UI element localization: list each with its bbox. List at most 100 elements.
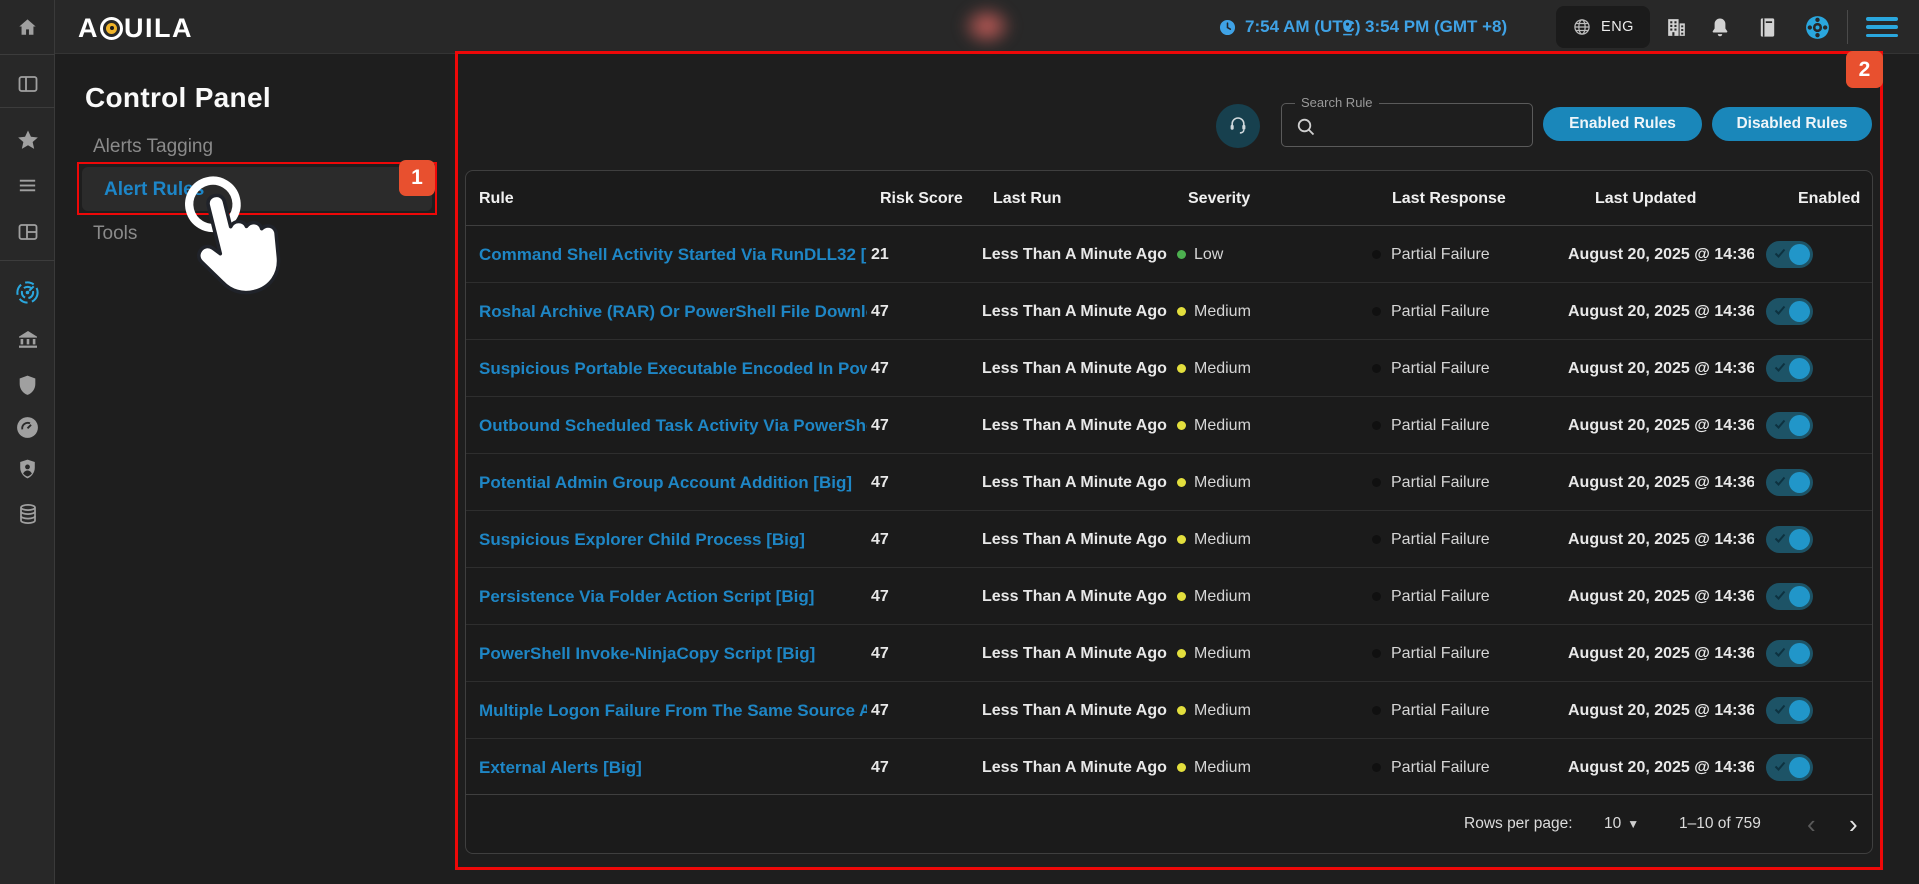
last-updated-value: August 20, 2025 @ 14:36 bbox=[1568, 226, 1754, 283]
risk-score-value: 47 bbox=[871, 397, 889, 454]
gauge-icon[interactable] bbox=[0, 415, 55, 440]
local-time: 3:54 PM (GMT +8) bbox=[1338, 0, 1507, 54]
help-button[interactable] bbox=[1804, 0, 1831, 54]
last-updated-value: August 20, 2025 @ 14:36 bbox=[1568, 511, 1754, 568]
previous-page-button[interactable]: ‹ bbox=[1807, 795, 1816, 853]
panel-item-alert-rules-label[interactable]: Alert Rules bbox=[104, 179, 204, 201]
toggle-knob bbox=[1789, 643, 1810, 664]
last-response-dot bbox=[1372, 478, 1381, 487]
enabled-toggle[interactable] bbox=[1766, 526, 1813, 553]
rule-name-link[interactable]: Outbound Scheduled Task Activity Via Pow… bbox=[479, 397, 867, 454]
enabled-toggle[interactable] bbox=[1766, 754, 1813, 781]
split-panel-icon[interactable] bbox=[0, 72, 55, 96]
severity-dot bbox=[1177, 478, 1186, 487]
star-icon[interactable] bbox=[0, 128, 55, 152]
last-updated-value: August 20, 2025 @ 14:36 bbox=[1568, 739, 1754, 796]
user-badge-icon[interactable] bbox=[0, 457, 55, 482]
database-icon[interactable] bbox=[0, 502, 55, 526]
rule-name-link[interactable]: External Alerts [Big] bbox=[479, 739, 867, 796]
rule-name-link[interactable]: Persistence Via Folder Action Script [Bi… bbox=[479, 568, 867, 625]
panel-item-alerts-tagging[interactable]: Alerts Tagging bbox=[93, 136, 213, 158]
search-input[interactable] bbox=[1324, 108, 1524, 142]
check-icon bbox=[1774, 703, 1786, 715]
rule-name-link[interactable]: Suspicious Portable Executable Encoded I… bbox=[479, 340, 867, 397]
page-title: Control Panel bbox=[85, 82, 271, 114]
toggle-knob bbox=[1789, 301, 1810, 322]
layout-grid-icon[interactable] bbox=[0, 220, 55, 244]
severity-value: Medium bbox=[1194, 454, 1251, 511]
last-response-dot bbox=[1372, 364, 1381, 373]
enabled-toggle[interactable] bbox=[1766, 241, 1813, 268]
risk-score-value: 47 bbox=[871, 682, 889, 739]
enabled-toggle[interactable] bbox=[1766, 355, 1813, 382]
enabled-toggle[interactable] bbox=[1766, 469, 1813, 496]
last-response-dot bbox=[1372, 250, 1381, 259]
rule-name-link[interactable]: Potential Admin Group Account Addition [… bbox=[479, 454, 867, 511]
language-label: ENG bbox=[1601, 19, 1634, 35]
last-run-value: Less Than A Minute Ago bbox=[982, 568, 1167, 625]
next-page-button[interactable]: › bbox=[1849, 795, 1858, 853]
language-selector[interactable]: ENG bbox=[1556, 6, 1650, 48]
last-response-value: Partial Failure bbox=[1391, 454, 1490, 511]
last-run-value: Less Than A Minute Ago bbox=[982, 283, 1167, 340]
risk-score-value: 47 bbox=[871, 568, 889, 625]
organization-button[interactable] bbox=[1664, 0, 1689, 54]
notifications-button[interactable] bbox=[1708, 0, 1732, 54]
last-run-value: Less Than A Minute Ago bbox=[982, 340, 1167, 397]
table-row: Suspicious Explorer Child Process [Big] … bbox=[466, 511, 1872, 568]
bank-icon[interactable] bbox=[0, 328, 55, 352]
logo-text-a: A bbox=[78, 13, 99, 44]
hamburger-menu-icon[interactable] bbox=[1866, 17, 1898, 37]
enabled-toggle[interactable] bbox=[1766, 697, 1813, 724]
home-icon[interactable] bbox=[0, 16, 55, 39]
rule-name-link[interactable]: Multiple Logon Failure From The Same Sou… bbox=[479, 682, 867, 739]
toggle-knob bbox=[1789, 586, 1810, 607]
location-pin-icon bbox=[1338, 17, 1357, 38]
alert-rules-table: Rule Risk Score Last Run Severity Last R… bbox=[465, 170, 1873, 854]
table-body: Command Shell Activity Started Via RunDL… bbox=[466, 226, 1872, 796]
table-row: Roshal Archive (RAR) Or PowerShell File … bbox=[466, 283, 1872, 340]
check-icon bbox=[1774, 361, 1786, 373]
severity-value: Medium bbox=[1194, 568, 1251, 625]
enabled-toggle[interactable] bbox=[1766, 583, 1813, 610]
check-icon bbox=[1774, 589, 1786, 601]
column-header-rule: Rule bbox=[479, 171, 514, 226]
severity-dot bbox=[1177, 763, 1186, 772]
last-response-value: Partial Failure bbox=[1391, 682, 1490, 739]
rule-name-link[interactable]: Roshal Archive (RAR) Or PowerShell File … bbox=[479, 283, 867, 340]
rule-name-link[interactable]: Command Shell Activity Started Via RunDL… bbox=[479, 226, 867, 283]
enabled-toggle[interactable] bbox=[1766, 298, 1813, 325]
toggle-knob bbox=[1789, 529, 1810, 550]
column-header-severity: Severity bbox=[1188, 171, 1250, 226]
table-row: PowerShell Invoke-NinjaCopy Script [Big]… bbox=[466, 625, 1872, 682]
enabled-toggle[interactable] bbox=[1766, 640, 1813, 667]
last-updated-value: August 20, 2025 @ 14:36 bbox=[1568, 397, 1754, 454]
radar-target-icon-active[interactable] bbox=[0, 279, 55, 306]
rows-per-page-label: Rows per page: bbox=[1464, 795, 1573, 853]
last-updated-value: August 20, 2025 @ 14:36 bbox=[1568, 340, 1754, 397]
rule-name-link[interactable]: PowerShell Invoke-NinjaCopy Script [Big] bbox=[479, 625, 867, 682]
rows-per-page-select[interactable]: 10▼ bbox=[1604, 795, 1639, 853]
risk-score-value: 47 bbox=[871, 454, 889, 511]
column-header-last-run: Last Run bbox=[993, 171, 1061, 226]
last-run-value: Less Than A Minute Ago bbox=[982, 511, 1167, 568]
risk-score-value: 47 bbox=[871, 340, 889, 397]
check-icon bbox=[1774, 418, 1786, 430]
enabled-toggle[interactable] bbox=[1766, 412, 1813, 439]
menu-lines-icon[interactable] bbox=[0, 174, 55, 197]
logo-q-eye-icon bbox=[100, 17, 123, 40]
rule-name-link[interactable]: Suspicious Explorer Child Process [Big] bbox=[479, 511, 867, 568]
enabled-rules-button[interactable]: Enabled Rules bbox=[1543, 107, 1702, 141]
last-run-value: Less Than A Minute Ago bbox=[982, 625, 1167, 682]
last-response-value: Partial Failure bbox=[1391, 226, 1490, 283]
building-icon bbox=[1664, 15, 1689, 40]
panel-item-tools[interactable]: Tools bbox=[93, 223, 137, 245]
shield-icon[interactable] bbox=[0, 373, 55, 398]
help-wheel-icon bbox=[1804, 14, 1831, 41]
disabled-rules-button[interactable]: Disabled Rules bbox=[1712, 107, 1872, 141]
column-header-last-updated: Last Updated bbox=[1595, 171, 1696, 226]
table-row: Command Shell Activity Started Via RunDL… bbox=[466, 226, 1872, 283]
docs-button[interactable] bbox=[1756, 0, 1779, 54]
support-headset-button[interactable] bbox=[1216, 104, 1260, 148]
table-row: Persistence Via Folder Action Script [Bi… bbox=[466, 568, 1872, 625]
